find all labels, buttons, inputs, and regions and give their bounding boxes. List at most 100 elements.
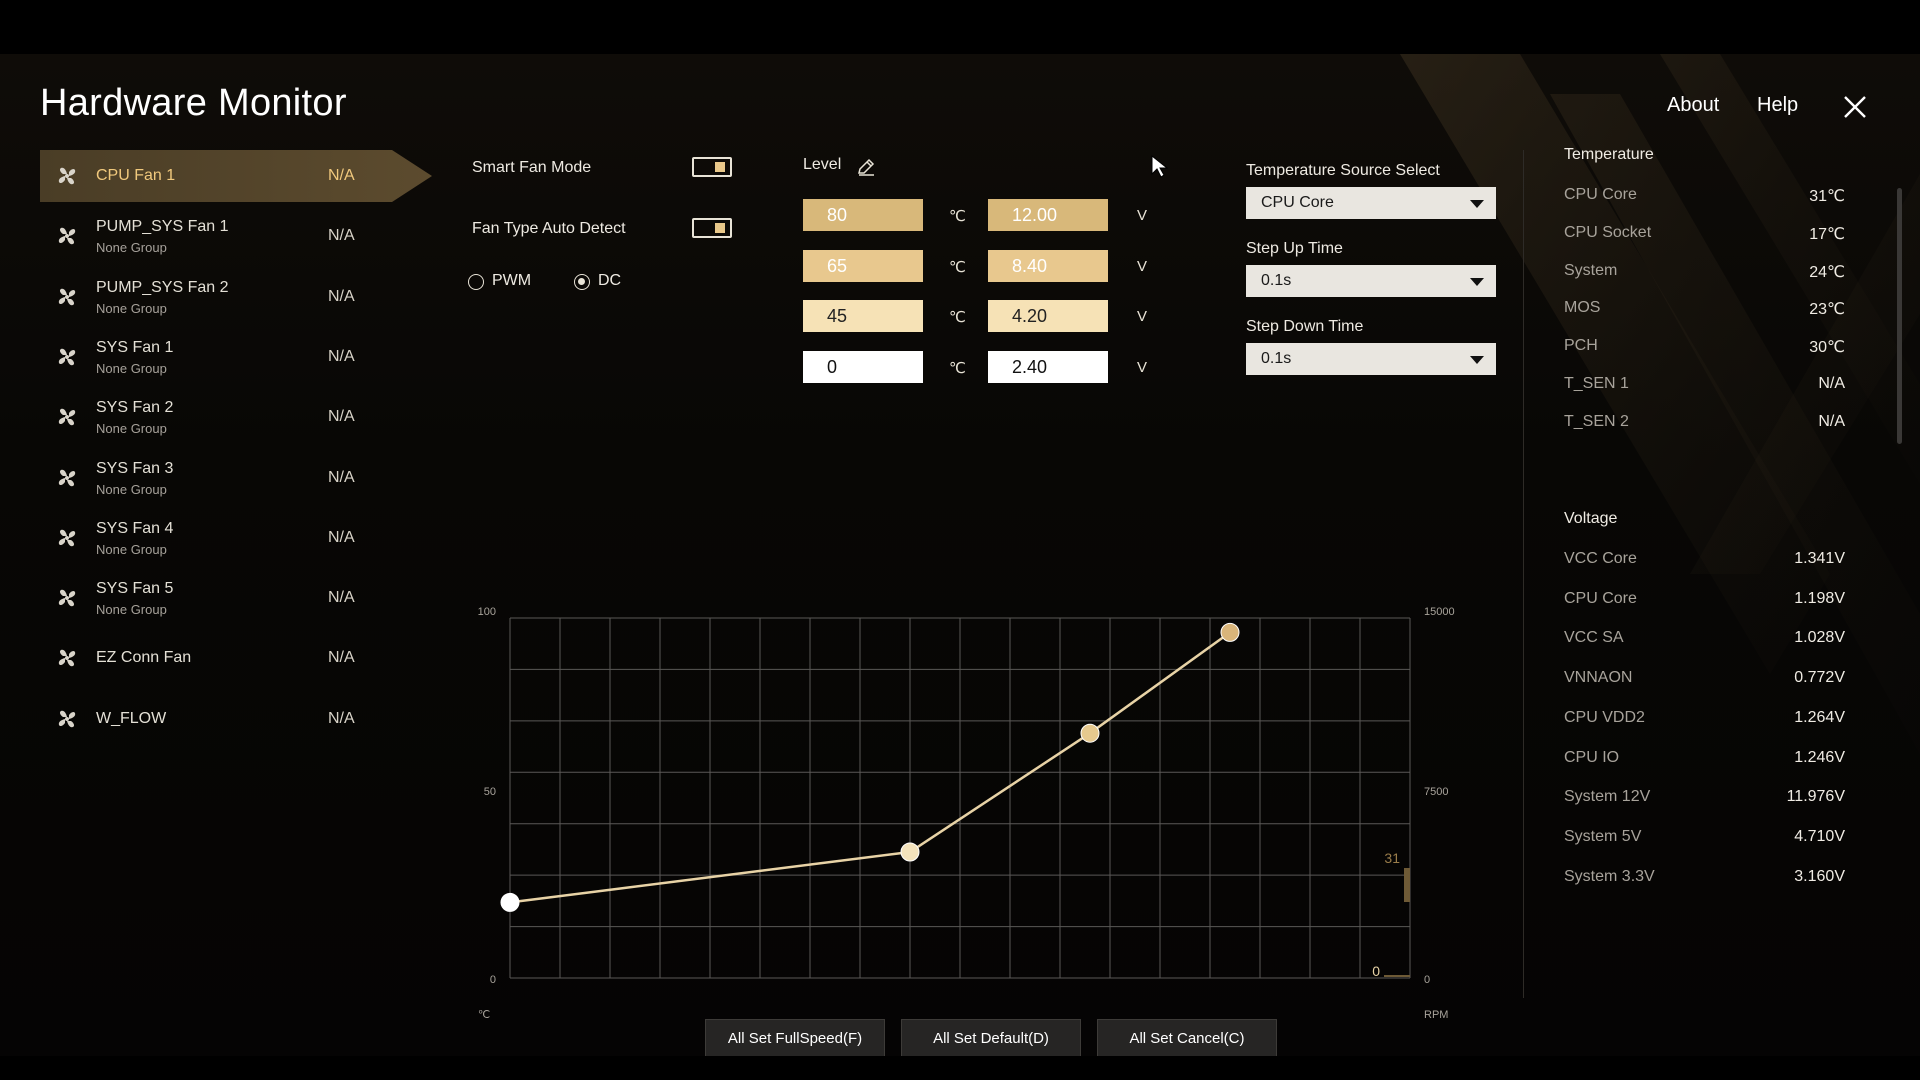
fan-item[interactable]: SYS Fan 3 None Group N/A: [40, 452, 362, 504]
temperature-row-value: N/A: [1818, 375, 1845, 392]
fan-group: None Group: [96, 360, 167, 376]
curve-point[interactable]: [900, 842, 920, 862]
app-title: Hardware Monitor: [40, 82, 347, 124]
voltage-row-label: CPU IO: [1564, 748, 1620, 766]
temperature-row-value: 30℃: [1809, 339, 1845, 357]
all-set-default-button[interactable]: All Set Default(D): [901, 1019, 1081, 1056]
pwm-radio[interactable]: [468, 274, 484, 290]
y-left-tick: 0: [490, 974, 496, 986]
fan-icon: [56, 225, 78, 247]
level-volt-input[interactable]: 2.40: [988, 350, 1108, 383]
fan-item[interactable]: SYS Fan 5 None Group N/A: [40, 572, 362, 624]
fan-name: SYS Fan 3: [96, 459, 174, 477]
fan-name: SYS Fan 5: [96, 580, 174, 598]
dropdown-arrow-icon: [1470, 356, 1484, 364]
fan-item[interactable]: EZ Conn Fan N/A: [40, 632, 362, 684]
fan-icon: [56, 165, 78, 187]
close-icon[interactable]: [1842, 94, 1868, 120]
dc-label: DC: [598, 272, 622, 289]
fan-curve-line: [509, 631, 1231, 904]
fan-speed-value: N/A: [328, 468, 355, 486]
y-right-tick: 0: [1424, 974, 1430, 986]
voltage-row-value: 11.976V: [1786, 788, 1845, 806]
fan-item[interactable]: SYS Fan 2 None Group N/A: [40, 391, 362, 443]
curve-point[interactable]: [1220, 622, 1240, 642]
temperature-row-value: 17℃: [1809, 225, 1845, 243]
fan-speed-value: N/A: [328, 709, 355, 727]
temperature-row-label: T_SEN 1: [1564, 375, 1629, 392]
fan-name: SYS Fan 2: [96, 399, 174, 417]
about-button[interactable]: About: [1667, 94, 1719, 117]
temperature-row-value: 31℃: [1809, 188, 1845, 205]
fan-curve-chart[interactable]: 100 50 0 15000 7500 0 ℃ RPM 31 0: [470, 544, 1460, 1056]
edit-pencil-icon[interactable]: [855, 156, 877, 178]
help-button[interactable]: Help: [1757, 94, 1798, 117]
fan-item[interactable]: W_FLOW N/A: [40, 693, 362, 745]
fan-speed-value: N/A: [328, 589, 355, 607]
volt-unit: V: [1137, 308, 1148, 325]
y-left-tick: 100: [478, 606, 496, 618]
level-volt-input[interactable]: 4.20: [988, 300, 1108, 332]
voltage-row-value: 1.264V: [1794, 708, 1845, 726]
all-set-cancel-button[interactable]: All Set Cancel(C): [1097, 1019, 1277, 1056]
fan-item[interactable]: CPU Fan 1 N/A: [40, 150, 432, 202]
voltage-row-label: CPU VDD2: [1564, 708, 1645, 726]
fan-item[interactable]: PUMP_SYS Fan 1 None Group N/A: [40, 210, 362, 262]
voltage-row-value: 3.160V: [1794, 867, 1845, 885]
curve-point[interactable]: [1080, 723, 1100, 743]
level-volt-input[interactable]: 12.00: [988, 199, 1108, 231]
level-temp-input[interactable]: 45: [803, 300, 923, 332]
level-temp-input[interactable]: 80: [803, 199, 923, 231]
step-down-value: 0.1s: [1261, 350, 1292, 367]
step-up-value: 0.1s: [1261, 272, 1292, 289]
voltage-row-label: System 3.3V: [1564, 867, 1655, 885]
temp-source-select[interactable]: CPU Core: [1246, 187, 1496, 219]
celsius-unit: ℃: [949, 359, 966, 377]
fan-speed-value: N/A: [328, 287, 355, 305]
level-temp-input[interactable]: 65: [803, 249, 923, 282]
level-label: Level: [803, 156, 842, 173]
fan-name: SYS Fan 4: [96, 519, 174, 537]
current-temp-label: 31: [1384, 850, 1400, 866]
fan-name: W_FLOW: [96, 709, 167, 727]
voltage-row-value: 1.246V: [1794, 748, 1845, 766]
step-down-select[interactable]: 0.1s: [1246, 343, 1496, 375]
all-set-fullspeed-button[interactable]: All Set FullSpeed(F): [705, 1019, 885, 1056]
fan-type-auto-detect-toggle[interactable]: [692, 218, 732, 238]
step-up-select[interactable]: 0.1s: [1246, 265, 1496, 297]
volt-unit: V: [1137, 257, 1148, 275]
temperature-row-label: MOS: [1564, 299, 1601, 317]
voltage-row-label: VCC SA: [1564, 629, 1624, 647]
level-volt-input[interactable]: 8.40: [988, 249, 1108, 282]
fan-speed-value: N/A: [328, 408, 355, 426]
fan-item[interactable]: PUMP_SYS Fan 2 None Group N/A: [40, 271, 362, 323]
fan-group: None Group: [96, 602, 167, 618]
right-panel-scrollbar[interactable]: [1897, 188, 1902, 444]
voltage-row-label: CPU Core: [1564, 589, 1637, 607]
fan-item[interactable]: SYS Fan 4 None Group N/A: [40, 512, 362, 564]
smart-fan-mode-label: Smart Fan Mode: [472, 159, 592, 176]
fan-name: PUMP_SYS Fan 1: [96, 218, 229, 236]
curve-point[interactable]: [500, 892, 520, 912]
celsius-unit: ℃: [949, 208, 966, 225]
voltage-row-label: System 12V: [1564, 788, 1651, 806]
voltage-row-value: 1.198V: [1794, 589, 1845, 607]
fan-icon: [56, 286, 78, 308]
smart-fan-mode-toggle[interactable]: [692, 157, 732, 177]
fan-group: None Group: [96, 240, 167, 256]
fan-item[interactable]: SYS Fan 1 None Group N/A: [40, 331, 362, 383]
fan-icon: [56, 346, 78, 368]
fan-group: None Group: [96, 481, 167, 497]
voltage-row-value: 0.772V: [1794, 669, 1845, 687]
level-temp-input[interactable]: 0: [803, 350, 923, 383]
temp-source-value: CPU Core: [1261, 194, 1334, 211]
fan-group: None Group: [96, 541, 167, 557]
toggle-knob: [715, 223, 725, 233]
dc-radio[interactable]: [574, 274, 590, 290]
fan-name: CPU Fan 1: [96, 167, 176, 184]
volt-unit: V: [1137, 207, 1148, 224]
temperature-row-label: System: [1564, 261, 1618, 279]
y-left-tick: 50: [484, 786, 496, 798]
celsius-unit: ℃: [949, 258, 966, 276]
fan-group: None Group: [96, 421, 167, 437]
